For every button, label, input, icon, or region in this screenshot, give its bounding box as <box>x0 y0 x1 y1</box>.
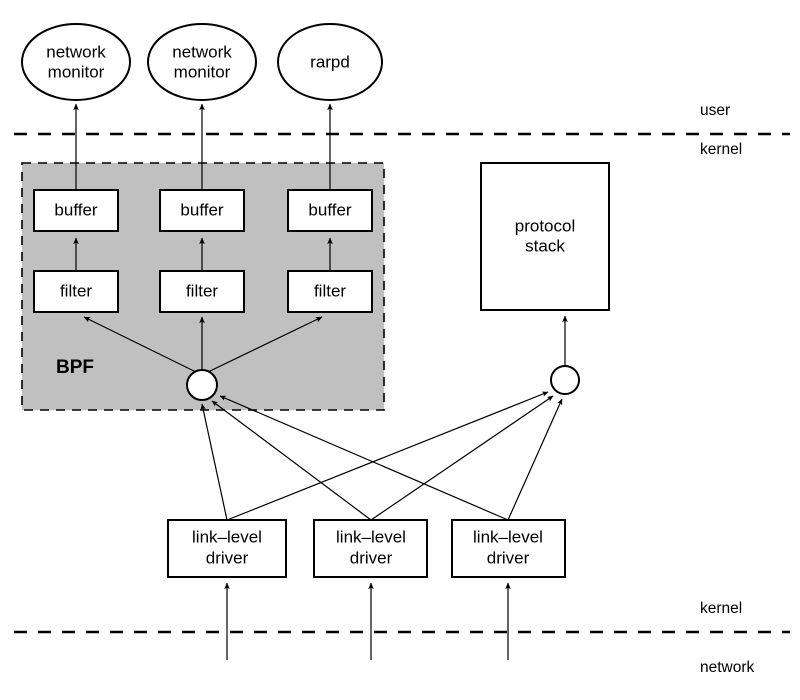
link-level-driver-box-1[interactable]: link–level driver <box>167 519 287 578</box>
user-process-1-label-line1: network <box>46 42 106 61</box>
bpf-architecture-diagram: BPF user kernel kernel network network m… <box>14 23 790 676</box>
zone-label-kernel-top: kernel <box>700 141 742 158</box>
user-process-network-monitor-2[interactable]: network monitor <box>147 23 257 101</box>
user-process-2-label-line1: network <box>172 42 232 61</box>
edge-driver2-to-protocol-junction <box>370 395 554 521</box>
user-process-network-monitor-1[interactable]: network monitor <box>21 23 131 101</box>
buffer-2-label: buffer <box>180 200 224 219</box>
edge-driver3-to-protocol-junction <box>507 398 563 521</box>
buffer-box-3[interactable]: buffer <box>287 189 373 232</box>
user-process-rarpd[interactable]: rarpd <box>277 23 383 101</box>
driver-1-label-line2: driver <box>206 548 249 567</box>
zone-label-kernel-bottom: kernel <box>700 600 742 617</box>
driver-3-label-line2: driver <box>487 548 530 567</box>
driver-3-label-line1: link–level <box>473 527 543 546</box>
edge-driver3-to-bpf-junction <box>219 395 509 521</box>
protocol-stack-box[interactable]: protocol stack <box>480 162 610 311</box>
filter-box-3[interactable]: filter <box>287 270 373 313</box>
filter-box-2[interactable]: filter <box>159 270 245 313</box>
bpf-tap-junction[interactable] <box>186 369 218 401</box>
user-process-2-label-line2: monitor <box>174 62 231 81</box>
driver-2-label-line1: link–level <box>336 527 406 546</box>
buffer-box-1[interactable]: buffer <box>33 189 119 232</box>
filter-box-1[interactable]: filter <box>33 270 119 313</box>
link-level-driver-box-2[interactable]: link–level driver <box>313 519 428 578</box>
diagram-canvas: BPF user kernel kernel network network m… <box>0 0 800 700</box>
edge-driver2-to-bpf-junction <box>211 400 372 521</box>
filter-2-label: filter <box>186 281 218 300</box>
user-process-3-label-line1: rarpd <box>310 52 350 71</box>
filter-3-label: filter <box>314 281 346 300</box>
zone-label-network: network <box>700 659 755 676</box>
protocol-stack-label-line1: protocol <box>515 216 575 235</box>
filter-1-label: filter <box>60 281 92 300</box>
edge-driver1-to-bpf-junction <box>200 403 228 521</box>
driver-2-label-line2: driver <box>350 548 393 567</box>
edge-driver1-to-protocol-junction <box>226 391 549 521</box>
link-level-driver-box-3[interactable]: link–level driver <box>451 519 566 578</box>
bpf-region-label: BPF <box>56 357 94 378</box>
buffer-3-label: buffer <box>308 200 352 219</box>
user-process-1-label-line2: monitor <box>48 62 105 81</box>
protocol-stack-label-line2: stack <box>525 236 565 255</box>
buffer-1-label: buffer <box>54 200 98 219</box>
buffer-box-2[interactable]: buffer <box>159 189 245 232</box>
protocol-stack-junction[interactable] <box>550 365 580 395</box>
driver-1-label-line1: link–level <box>192 527 262 546</box>
zone-label-user: user <box>700 102 730 119</box>
